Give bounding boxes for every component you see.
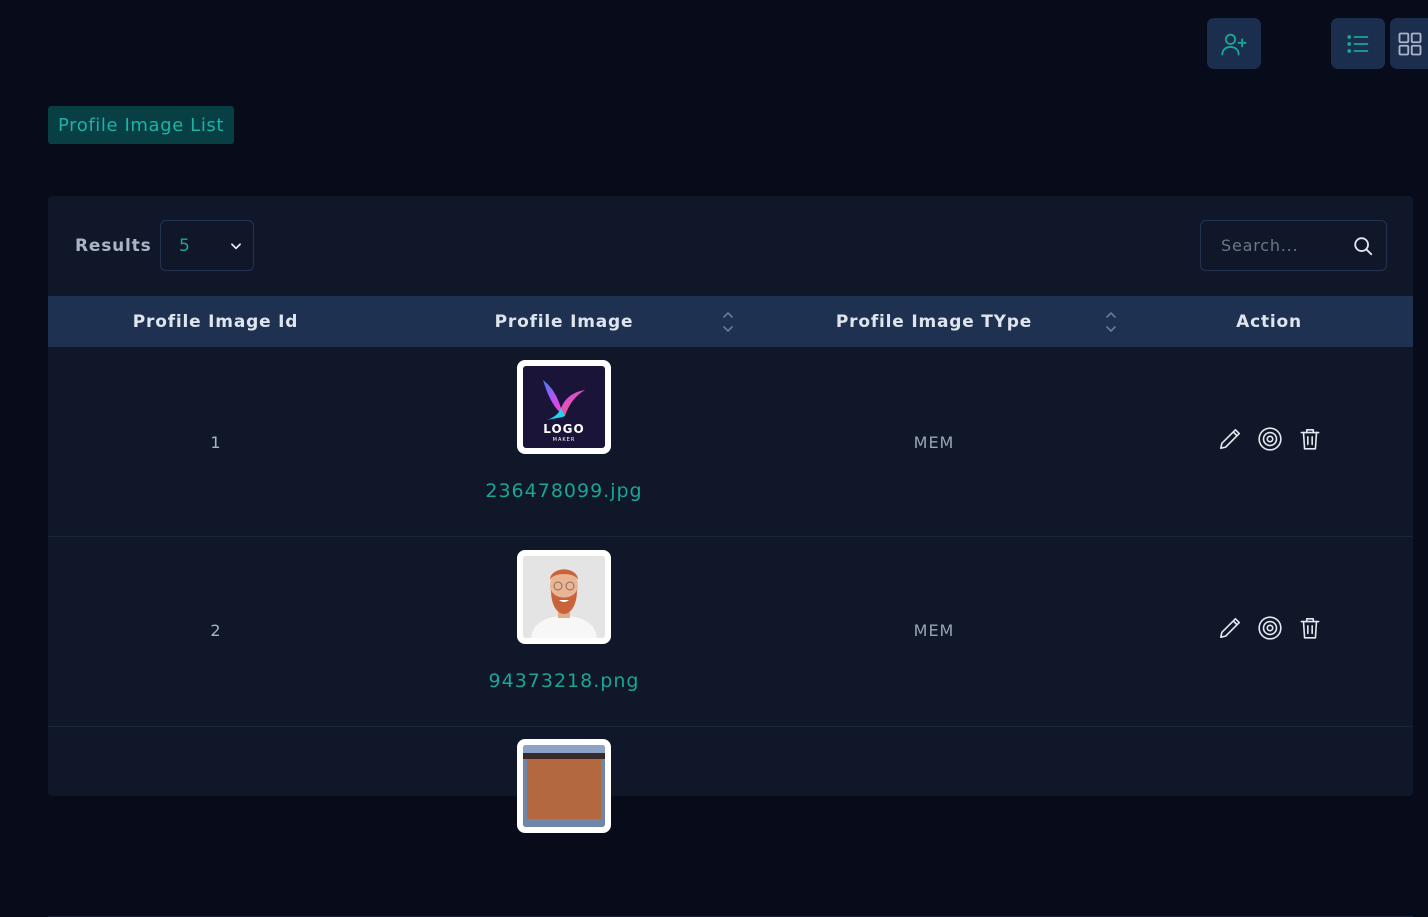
user-plus-icon (1221, 33, 1247, 55)
profile-image-table-card: Results : 5 Profile Image Id Profile Ima… (48, 196, 1413, 917)
pencil-icon[interactable] (1217, 615, 1243, 641)
column-header-image[interactable]: Profile Image (418, 296, 710, 347)
table-header: Profile Image Id Profile Image Profile I… (48, 296, 1413, 347)
column-header-type[interactable]: Profile Image TYpe (818, 296, 1050, 347)
list-view-button[interactable] (1331, 18, 1385, 69)
profile-image-thumbnail[interactable] (517, 739, 611, 833)
grid-icon (1398, 32, 1422, 55)
profile-image-id: 2 (210, 621, 221, 640)
sort-icon[interactable] (722, 310, 734, 334)
pencil-icon[interactable] (1217, 426, 1243, 452)
table-row: 2 94373218.png MEM (48, 537, 1413, 727)
logo-subtext: MAKER (553, 437, 576, 443)
results-per-page-select[interactable]: 5 (160, 220, 254, 271)
profile-image-filename-link[interactable]: 236478099.jpg (418, 480, 710, 502)
man-portrait-image (523, 556, 605, 638)
target-icon[interactable] (1257, 615, 1283, 641)
trash-icon[interactable] (1297, 426, 1323, 452)
list-icon (1347, 34, 1369, 53)
trash-icon[interactable] (1297, 615, 1323, 641)
profile-image-id: 1 (210, 433, 221, 452)
chevron-down-icon (231, 243, 241, 250)
building-image (523, 745, 605, 827)
profile-image-thumbnail[interactable] (517, 550, 611, 644)
profile-image-type: MEM (913, 621, 955, 640)
search-icon[interactable] (1352, 235, 1374, 257)
target-icon[interactable] (1257, 426, 1283, 452)
search-input[interactable] (1201, 236, 1341, 255)
profile-image-thumbnail[interactable]: LOGO MAKER (517, 360, 611, 454)
table-row: 1 LOGO MAKER 236478099.jpg MEM (48, 347, 1413, 537)
search-box (1200, 220, 1387, 271)
page-title: Profile Image List (48, 106, 235, 144)
column-header-id: Profile Image Id (132, 311, 299, 332)
logo-text: LOGO (543, 422, 584, 436)
profile-image-filename-link[interactable]: 94373218.png (418, 670, 710, 692)
column-header-action: Action (1236, 311, 1302, 332)
results-label: Results : (75, 236, 166, 256)
grid-view-button[interactable] (1390, 18, 1428, 69)
results-per-page-value: 5 (179, 235, 190, 256)
sort-icon[interactable] (1105, 310, 1117, 334)
logo-maker-image: LOGO MAKER (543, 380, 585, 443)
add-user-button[interactable] (1207, 18, 1261, 69)
table-row (48, 727, 1413, 917)
profile-image-type: MEM (913, 433, 955, 452)
